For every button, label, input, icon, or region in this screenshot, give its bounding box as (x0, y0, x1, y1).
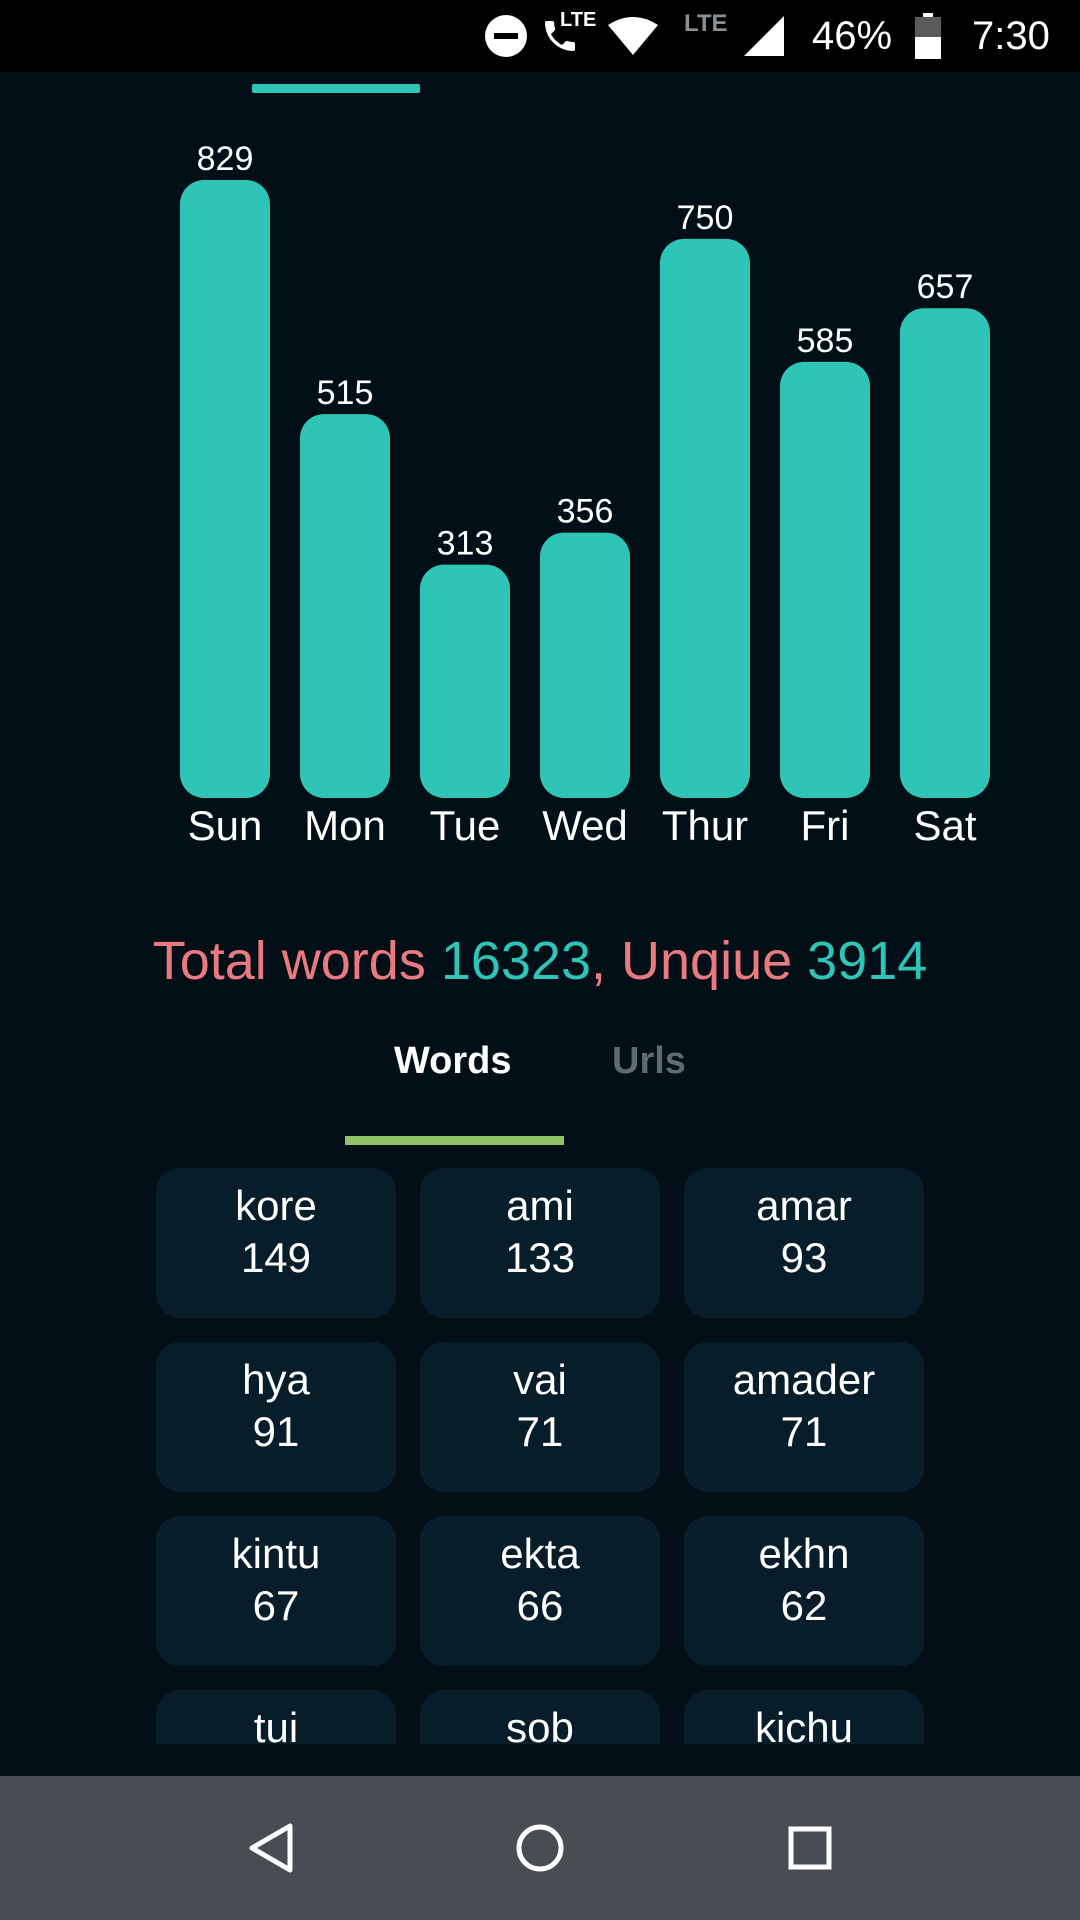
bar-value-label: 750 (677, 199, 734, 237)
word-card[interactable]: sob (420, 1690, 660, 1744)
bar-thur (660, 238, 750, 798)
lte-label: LTE (684, 10, 728, 37)
word-card[interactable]: amar 93 (684, 1168, 924, 1318)
bar-sat (900, 308, 990, 798)
word-card[interactable]: kichu (684, 1690, 924, 1744)
word-text: vai (513, 1356, 567, 1403)
word-card[interactable]: ekhn 62 (684, 1516, 924, 1666)
total-words-value: 16323 (440, 931, 591, 991)
bar-tue (420, 564, 510, 798)
weekday-bar-chart: 829 Sun 515 Mon 313 Tue 356 Wed 750 Thur 585 Fri 657… (0, 100, 1080, 860)
tab-indicator (345, 1136, 564, 1145)
volte-label: LTE (560, 8, 597, 31)
word-count: 71 (780, 1408, 828, 1455)
word-card[interactable]: vai 71 (420, 1342, 660, 1492)
word-text: kore (235, 1182, 317, 1229)
clock: 7:30 (972, 13, 1050, 58)
word-count: 66 (516, 1582, 564, 1629)
word-count: 133 (504, 1234, 576, 1281)
unique-words-value: 3914 (807, 931, 928, 991)
top-tab-indicator (252, 84, 420, 93)
battery-icon (914, 0, 942, 72)
tab-urls[interactable]: Urls (612, 1040, 686, 1100)
word-count: 93 (780, 1234, 828, 1281)
word-count: 67 (252, 1582, 300, 1629)
bar-wed (540, 532, 630, 798)
word-text: kintu (231, 1530, 321, 1577)
bar-value-label: 515 (317, 374, 374, 412)
back-icon[interactable] (234, 1812, 306, 1884)
category-label: Sat (913, 802, 976, 849)
word-grid: kore 149 ami 133 amar 93 hya 91 vai 71 a… (0, 1168, 1080, 1744)
word-card[interactable]: amader 71 (684, 1342, 924, 1492)
bar-fri (780, 361, 870, 798)
bar-value-label: 313 (437, 525, 494, 563)
word-card[interactable]: kintu 67 (156, 1516, 396, 1666)
word-count: 149 (240, 1234, 312, 1281)
tab-words[interactable]: Words (394, 1040, 512, 1100)
word-count: 91 (252, 1408, 300, 1455)
word-text: ami (506, 1182, 574, 1229)
word-text: amader (732, 1356, 876, 1403)
word-card[interactable]: ekta 66 (420, 1516, 660, 1666)
signal-icon (744, 0, 784, 72)
summary-separator: , (591, 931, 622, 991)
word-card[interactable]: kore 149 (156, 1168, 396, 1318)
status-bar: LTE LTE 46% 7:30 (0, 0, 1080, 72)
word-card[interactable]: tui (156, 1690, 396, 1744)
word-text: amar (756, 1182, 852, 1229)
word-text: tui (253, 1704, 299, 1744)
battery-percent: 46% (812, 13, 893, 58)
category-label: Thur (662, 802, 748, 849)
word-card[interactable]: hya 91 (156, 1342, 396, 1492)
recents-icon[interactable] (774, 1812, 846, 1884)
category-label: Fri (801, 802, 850, 849)
bar-value-label: 356 (557, 493, 614, 531)
word-count: 62 (780, 1582, 828, 1629)
bar-value-label: 657 (917, 268, 974, 306)
home-icon[interactable] (504, 1812, 576, 1884)
category-label: Wed (542, 802, 628, 849)
word-text: kichu (754, 1704, 854, 1744)
total-words-label: Total words (152, 931, 441, 991)
word-text: sob (506, 1704, 574, 1744)
word-count: 71 (516, 1408, 564, 1455)
bar-value-label: 585 (797, 322, 854, 360)
word-summary: Total words 16323, Unqiue 3914 (0, 930, 1080, 992)
navigation-bar (0, 1776, 1080, 1920)
category-label: Mon (304, 802, 386, 849)
bar-mon (300, 414, 390, 798)
do-not-disturb-icon (484, 0, 528, 72)
word-card[interactable]: ami 133 (420, 1168, 660, 1318)
category-label: Tue (430, 802, 501, 849)
chart-svg: 829 Sun 515 Mon 313 Tue 356 Wed 750 Thur 585 Fri 657… (180, 140, 990, 849)
word-text: hya (242, 1356, 310, 1403)
unique-words-label: Unqiue (621, 931, 808, 991)
word-text: ekhn (758, 1530, 850, 1577)
word-text: ekta (500, 1530, 580, 1577)
bar-sun (180, 180, 270, 798)
wifi-icon (608, 0, 658, 72)
bar-value-label: 829 (197, 140, 254, 178)
category-label: Sun (188, 802, 263, 849)
